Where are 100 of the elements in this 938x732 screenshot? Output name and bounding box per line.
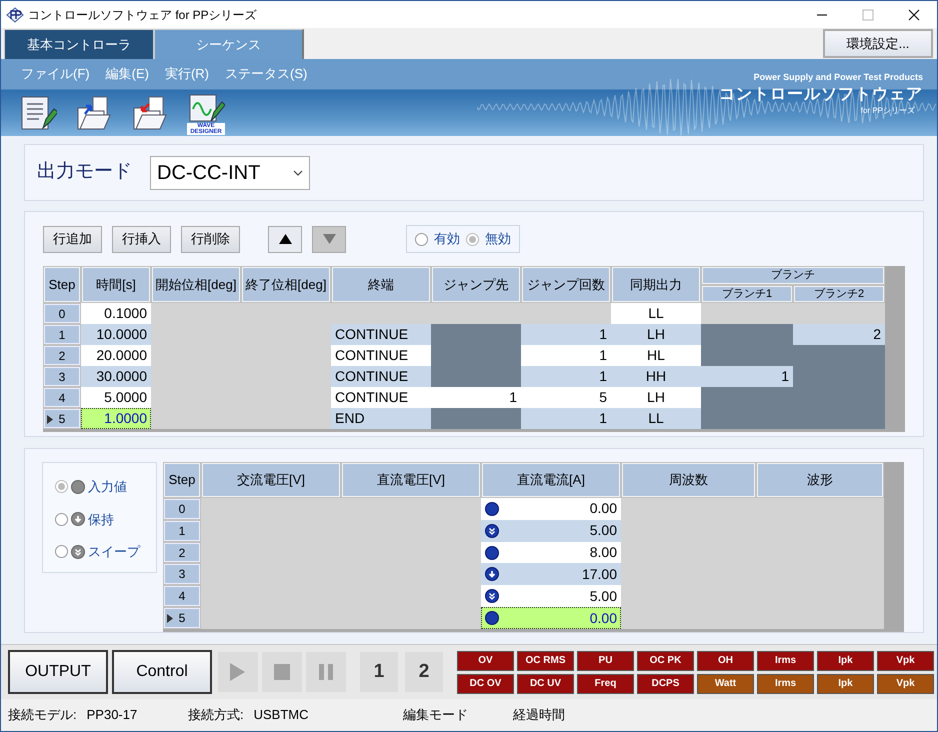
column-header: 直流電流[A] (481, 462, 621, 498)
step-number: 4 (58, 390, 66, 404)
table-cell[interactable]: HH (611, 366, 701, 387)
alarm-indicator: Vpk (877, 674, 934, 694)
table-cell[interactable]: LL (611, 303, 701, 324)
table-cell[interactable]: CONTINUE (331, 366, 431, 387)
close-icon[interactable] (908, 8, 920, 20)
table-cell[interactable]: 5.00 (481, 585, 621, 608)
column-header: Step (163, 462, 201, 498)
stop-icon (272, 662, 292, 682)
step-header[interactable]: 4 (43, 387, 81, 408)
table-cell[interactable]: 17.00 (481, 563, 621, 586)
output-button[interactable]: OUTPUT (8, 650, 108, 694)
output-mode-dropdown[interactable]: DC-CC-INT (150, 156, 310, 190)
step-header[interactable]: 1 (163, 520, 201, 542)
caret-icon (293, 170, 303, 176)
table-cell[interactable]: 10.0000 (81, 324, 151, 345)
table-cell[interactable]: 1 (521, 324, 611, 345)
radio-label: 有効 (434, 230, 460, 248)
table-cell[interactable]: 1 (521, 366, 611, 387)
step-number: 2 (58, 348, 66, 362)
column-header: ブランチ (701, 266, 885, 284)
window-title: コントロールソフトウェア for PPシリーズ (28, 6, 257, 24)
alarm-indicator: OH (697, 650, 754, 670)
output-mode-label: 出力モード (37, 160, 132, 184)
toolbar-button[interactable]: 行削除 (181, 226, 240, 252)
column-header: 時間[s] (81, 266, 151, 303)
table-cell[interactable]: 0.00 (481, 607, 621, 629)
pause-icon (316, 662, 336, 682)
step-header[interactable]: 3 (43, 366, 81, 387)
toolbar-button[interactable]: 行追加 (43, 226, 102, 252)
table-cell[interactable]: HL (611, 345, 701, 366)
step-header[interactable]: 0 (43, 303, 81, 324)
table-cell[interactable]: LH (611, 324, 701, 345)
step-header[interactable]: 5 (163, 607, 201, 629)
step-number: 1 (178, 524, 186, 538)
step-header[interactable]: 2 (163, 542, 201, 564)
status-label: 編集モード (403, 706, 468, 724)
column-header: Step (43, 266, 81, 303)
table-cell[interactable]: 5 (521, 387, 611, 408)
status-value: PP30-17 (86, 706, 138, 724)
column-header: 終端 (331, 266, 431, 303)
scrollbar-track[interactable] (885, 266, 905, 429)
cell-value: 0.00 (590, 608, 617, 628)
radio-button[interactable] (466, 232, 479, 246)
maximize-icon[interactable] (862, 8, 874, 20)
double-chevron-icon (71, 544, 85, 559)
brand-name: コントロールソフトウェア (719, 84, 923, 104)
alarm-indicator: Irms (757, 674, 814, 694)
table-cell[interactable]: 5.0000 (81, 387, 151, 408)
table-cell[interactable]: 20.0000 (81, 345, 151, 366)
radio-label: 無効 (485, 230, 511, 248)
table-cell[interactable]: LL (611, 408, 701, 429)
status-label: 接続方式: (188, 706, 244, 724)
step-header[interactable]: 4 (163, 585, 201, 608)
down-triangle-icon (322, 233, 336, 245)
ball-icon (71, 480, 85, 494)
tab[interactable]: 基本コントローラ (4, 29, 154, 59)
table-cell[interactable]: 2 (793, 324, 885, 345)
table-cell[interactable]: 0.00 (481, 498, 621, 520)
table-cell[interactable]: 5.00 (481, 520, 621, 542)
wave-document-icon (187, 93, 225, 123)
channel-button[interactable]: 1 (360, 652, 398, 692)
step-header[interactable]: 5 (43, 408, 81, 429)
table-cell[interactable]: 8.00 (481, 542, 621, 564)
step-header[interactable]: 1 (43, 324, 81, 345)
scrollbar-track[interactable] (884, 462, 904, 629)
table-cell[interactable]: CONTINUE (331, 345, 431, 366)
alarm-indicator: DC UV (517, 674, 574, 694)
radio-button[interactable] (55, 512, 68, 526)
table-cell[interactable]: LH (611, 387, 701, 408)
radio-button[interactable] (55, 480, 68, 494)
toolbar-button[interactable]: 行挿入 (112, 226, 171, 252)
table-cell[interactable]: 1 (431, 387, 521, 408)
output-button[interactable]: Control (112, 650, 212, 694)
settings-button[interactable]: 環境設定... (823, 29, 933, 58)
radio-button[interactable] (415, 232, 428, 246)
table-cell[interactable]: 30.0000 (81, 366, 151, 387)
brand-tagline: Power Supply and Power Test Products (752, 71, 923, 84)
table-cell[interactable]: 0.1000 (81, 303, 151, 324)
radio-button[interactable] (55, 545, 68, 558)
alarm-indicator: OC RMS (517, 650, 574, 670)
column-header: 交流電圧[V] (201, 462, 341, 498)
table-cell[interactable]: 1 (701, 366, 793, 387)
table-cell[interactable]: 1 (521, 345, 611, 366)
table-cell[interactable]: END (331, 408, 431, 429)
move-up-button[interactable] (268, 226, 302, 252)
table-cell[interactable]: 1.0000 (81, 408, 151, 429)
column-header: ブランチ1 (701, 284, 793, 303)
step-header[interactable]: 0 (163, 498, 201, 520)
column-header: 周波数 (621, 462, 756, 498)
table-cell[interactable]: 1 (521, 408, 611, 429)
alarm-indicator: PU (577, 650, 634, 670)
step-header[interactable]: 2 (43, 345, 81, 366)
table-cell[interactable]: CONTINUE (331, 387, 431, 408)
column-header: 波形 (756, 462, 884, 498)
step-header[interactable]: 3 (163, 563, 201, 586)
channel-button[interactable]: 2 (405, 652, 443, 692)
column-header: ブランチ2 (793, 284, 885, 303)
table-cell[interactable]: CONTINUE (331, 324, 431, 345)
